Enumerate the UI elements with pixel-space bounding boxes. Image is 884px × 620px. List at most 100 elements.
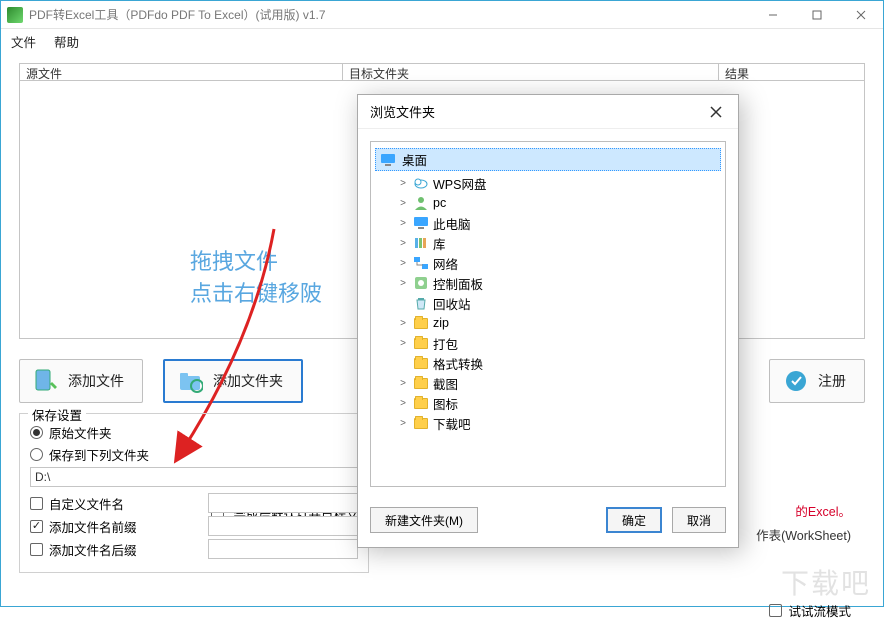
folder-icon: [413, 395, 429, 411]
suffix-checkbox[interactable]: [30, 543, 43, 556]
custom-name-input[interactable]: [208, 493, 358, 513]
tree-node[interactable]: > 截图: [375, 373, 721, 393]
tree-node-label: 回收站: [433, 294, 471, 313]
expand-toggle[interactable]: >: [397, 418, 409, 429]
menu-file[interactable]: 文件: [11, 32, 36, 51]
custom-name-checkbox[interactable]: [30, 497, 43, 510]
user-icon: [413, 195, 429, 211]
dialog-title: 浏览文件夹: [370, 102, 435, 121]
window-title: PDF转Excel工具（PDFdo PDF To Excel）(试用版) v1.…: [29, 6, 751, 23]
radio-target-label: 保存到下列文件夹: [49, 445, 149, 464]
expand-toggle[interactable]: >: [397, 238, 409, 249]
try-stream-row: 试试流模式: [769, 601, 851, 620]
expand-toggle[interactable]: >: [397, 178, 409, 189]
expand-toggle[interactable]: >: [397, 318, 409, 329]
tree-selected-label: 桌面: [402, 150, 427, 169]
tree-node-label: 控制面板: [433, 274, 483, 293]
folder-icon: [413, 315, 429, 331]
expand-toggle[interactable]: >: [397, 278, 409, 289]
save-settings-group: 保存设置 原始文件夹 保存到下列文件夹 D:\ 自定义文件名 添加文件名前缀: [19, 413, 369, 573]
tree-node[interactable]: > 网络: [375, 253, 721, 273]
close-button[interactable]: [839, 1, 883, 29]
save-legend: 保存设置: [28, 405, 86, 424]
info-partial-gray: 作表(WorkSheet): [756, 525, 851, 544]
tree-selected-desktop[interactable]: 桌面: [375, 148, 721, 171]
tree-node[interactable]: > WPS网盘: [375, 173, 721, 193]
new-folder-button[interactable]: 新建文件夹(M): [370, 507, 478, 533]
ok-button[interactable]: 确定: [606, 507, 662, 533]
save-path-input[interactable]: D:\: [30, 467, 360, 487]
panel-icon: [413, 275, 429, 291]
radio-target-folder[interactable]: [30, 448, 43, 461]
suffix-input[interactable]: [208, 539, 358, 559]
tree-node[interactable]: > 控制面板: [375, 273, 721, 293]
net-icon: [413, 255, 429, 271]
tree-node-label: 截图: [433, 374, 458, 393]
tree-node-label: 图标: [433, 394, 458, 413]
prefix-input[interactable]: [208, 516, 358, 536]
titlebar: PDF转Excel工具（PDFdo PDF To Excel）(试用版) v1.…: [1, 1, 883, 29]
register-button[interactable]: 注册: [769, 359, 865, 403]
expand-toggle[interactable]: >: [397, 258, 409, 269]
col-result: 结果: [719, 64, 864, 80]
cloud-icon: [413, 175, 429, 191]
radio-original-folder[interactable]: [30, 426, 43, 439]
lib-icon: [413, 235, 429, 251]
menubar: 文件 帮助: [1, 29, 883, 53]
folder-icon: [413, 355, 429, 371]
folder-icon: [413, 335, 429, 351]
app-window: PDF转Excel工具（PDFdo PDF To Excel）(试用版) v1.…: [0, 0, 884, 607]
tree-node-label: zip: [433, 316, 449, 330]
tree-node-label: 格式转换: [433, 354, 483, 373]
expand-toggle[interactable]: >: [397, 398, 409, 409]
col-source: 源文件: [20, 64, 343, 80]
expand-toggle[interactable]: >: [397, 198, 409, 209]
radio-original-label: 原始文件夹: [49, 423, 112, 442]
custom-name-label: 自定义文件名: [49, 494, 124, 513]
watermark: 下载吧: [781, 562, 871, 602]
expand-toggle[interactable]: >: [397, 338, 409, 349]
tree-node[interactable]: > 下载吧: [375, 413, 721, 433]
menu-help[interactable]: 帮助: [54, 32, 79, 51]
tree-node[interactable]: >库: [375, 233, 721, 253]
cancel-button[interactable]: 取消: [672, 507, 726, 533]
add-file-label: 添加文件: [68, 371, 124, 391]
register-label: 注册: [818, 371, 846, 391]
try-stream-checkbox[interactable]: [769, 604, 782, 617]
browse-folder-dialog: 浏览文件夹 桌面 >WPS网盘>pc>此电脑>库>网络>控制面板回收站>zip>…: [357, 94, 739, 548]
tree-node[interactable]: 回收站: [375, 293, 721, 313]
dialog-close-button[interactable]: [706, 102, 726, 122]
pc-icon: [413, 215, 429, 231]
tree-node-label: 网络: [433, 254, 458, 273]
tree-node[interactable]: > zip: [375, 313, 721, 333]
prefix-label: 添加文件名前缀: [49, 517, 137, 536]
expand-toggle[interactable]: >: [397, 218, 409, 229]
info-partial-red: 的Excel。: [795, 501, 851, 520]
add-file-icon: [34, 368, 58, 394]
tree-node[interactable]: > pc: [375, 193, 721, 213]
suffix-label: 添加文件名后缀: [49, 540, 137, 559]
prefix-checkbox[interactable]: [30, 520, 43, 533]
add-file-button[interactable]: 添加文件: [19, 359, 143, 403]
desktop-icon: [380, 152, 396, 168]
recycle-icon: [413, 295, 429, 311]
folder-icon: [413, 415, 429, 431]
tree-node-label: 打包: [433, 334, 458, 353]
tree-node[interactable]: > 打包: [375, 333, 721, 353]
tree-node-label: WPS网盘: [433, 174, 486, 193]
expand-toggle[interactable]: >: [397, 378, 409, 389]
grid-header: 源文件 目标文件夹 结果: [19, 63, 865, 81]
tree-node-label: pc: [433, 196, 446, 210]
maximize-button[interactable]: [795, 1, 839, 29]
register-icon: [784, 368, 808, 394]
app-icon: [7, 7, 23, 23]
folder-tree[interactable]: 桌面 >WPS网盘>pc>此电脑>库>网络>控制面板回收站>zip>打包格式转换…: [370, 141, 726, 487]
tree-node[interactable]: > 图标: [375, 393, 721, 413]
tree-node[interactable]: 格式转换: [375, 353, 721, 373]
tree-node[interactable]: > 此电脑: [375, 213, 721, 233]
tree-node-label: 此电脑: [433, 214, 471, 233]
tree-node-label: 下载吧: [433, 414, 471, 433]
minimize-button[interactable]: [751, 1, 795, 29]
folder-icon: [413, 375, 429, 391]
try-stream-label: 试试流模式: [788, 601, 851, 620]
